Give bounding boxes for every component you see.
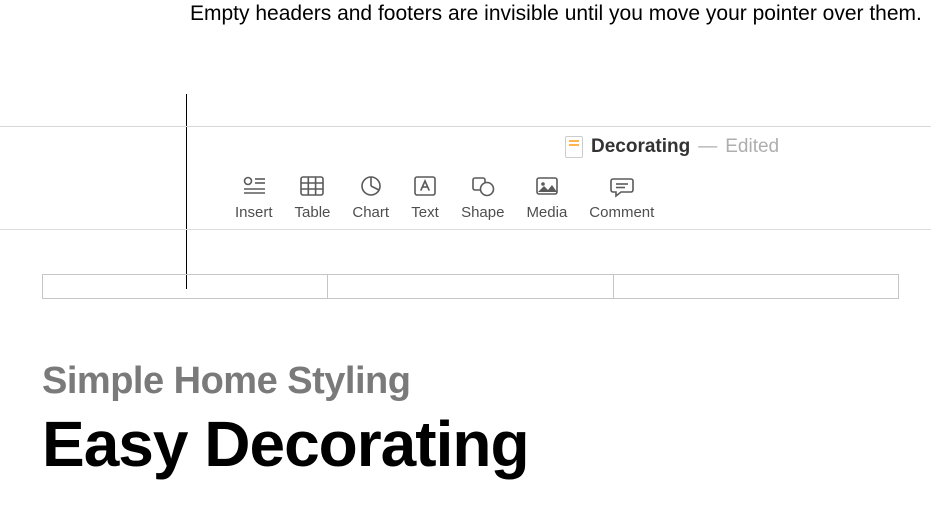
table-icon	[298, 174, 326, 198]
comment-icon	[608, 174, 636, 198]
titlebar-content: Decorating — Edited	[565, 136, 779, 158]
header-fields-row	[42, 274, 899, 299]
document-name[interactable]: Decorating	[591, 136, 690, 158]
insert-label: Insert	[235, 204, 273, 221]
window-titlebar: Decorating — Edited	[0, 126, 931, 166]
document-subtitle[interactable]: Simple Home Styling	[42, 360, 529, 403]
chart-icon	[357, 174, 385, 198]
table-label: Table	[295, 204, 331, 221]
media-label: Media	[526, 204, 567, 221]
document-body[interactable]: Simple Home Styling Easy Decorating	[42, 360, 529, 481]
toolbar: Insert Table Chart	[0, 166, 931, 230]
document-status: Edited	[725, 136, 779, 158]
media-icon	[533, 174, 561, 198]
shape-label: Shape	[461, 204, 504, 221]
titlebar-separator: —	[698, 136, 717, 158]
table-button[interactable]: Table	[295, 174, 331, 221]
document-icon	[565, 136, 583, 158]
text-button[interactable]: Text	[411, 174, 439, 221]
text-icon	[411, 174, 439, 198]
callout-text: Empty headers and footers are invisible …	[190, 0, 922, 28]
media-button[interactable]: Media	[526, 174, 567, 221]
comment-label: Comment	[589, 204, 654, 221]
header-field-center[interactable]	[328, 275, 613, 298]
document-title[interactable]: Easy Decorating	[42, 407, 529, 481]
text-label: Text	[411, 204, 439, 221]
header-field-left[interactable]	[43, 275, 328, 298]
shape-icon	[469, 174, 497, 198]
insert-button[interactable]: Insert	[235, 174, 273, 221]
insert-icon	[240, 174, 268, 198]
chart-label: Chart	[352, 204, 389, 221]
chart-button[interactable]: Chart	[352, 174, 389, 221]
header-field-right[interactable]	[614, 275, 898, 298]
comment-button[interactable]: Comment	[589, 174, 654, 221]
shape-button[interactable]: Shape	[461, 174, 504, 221]
